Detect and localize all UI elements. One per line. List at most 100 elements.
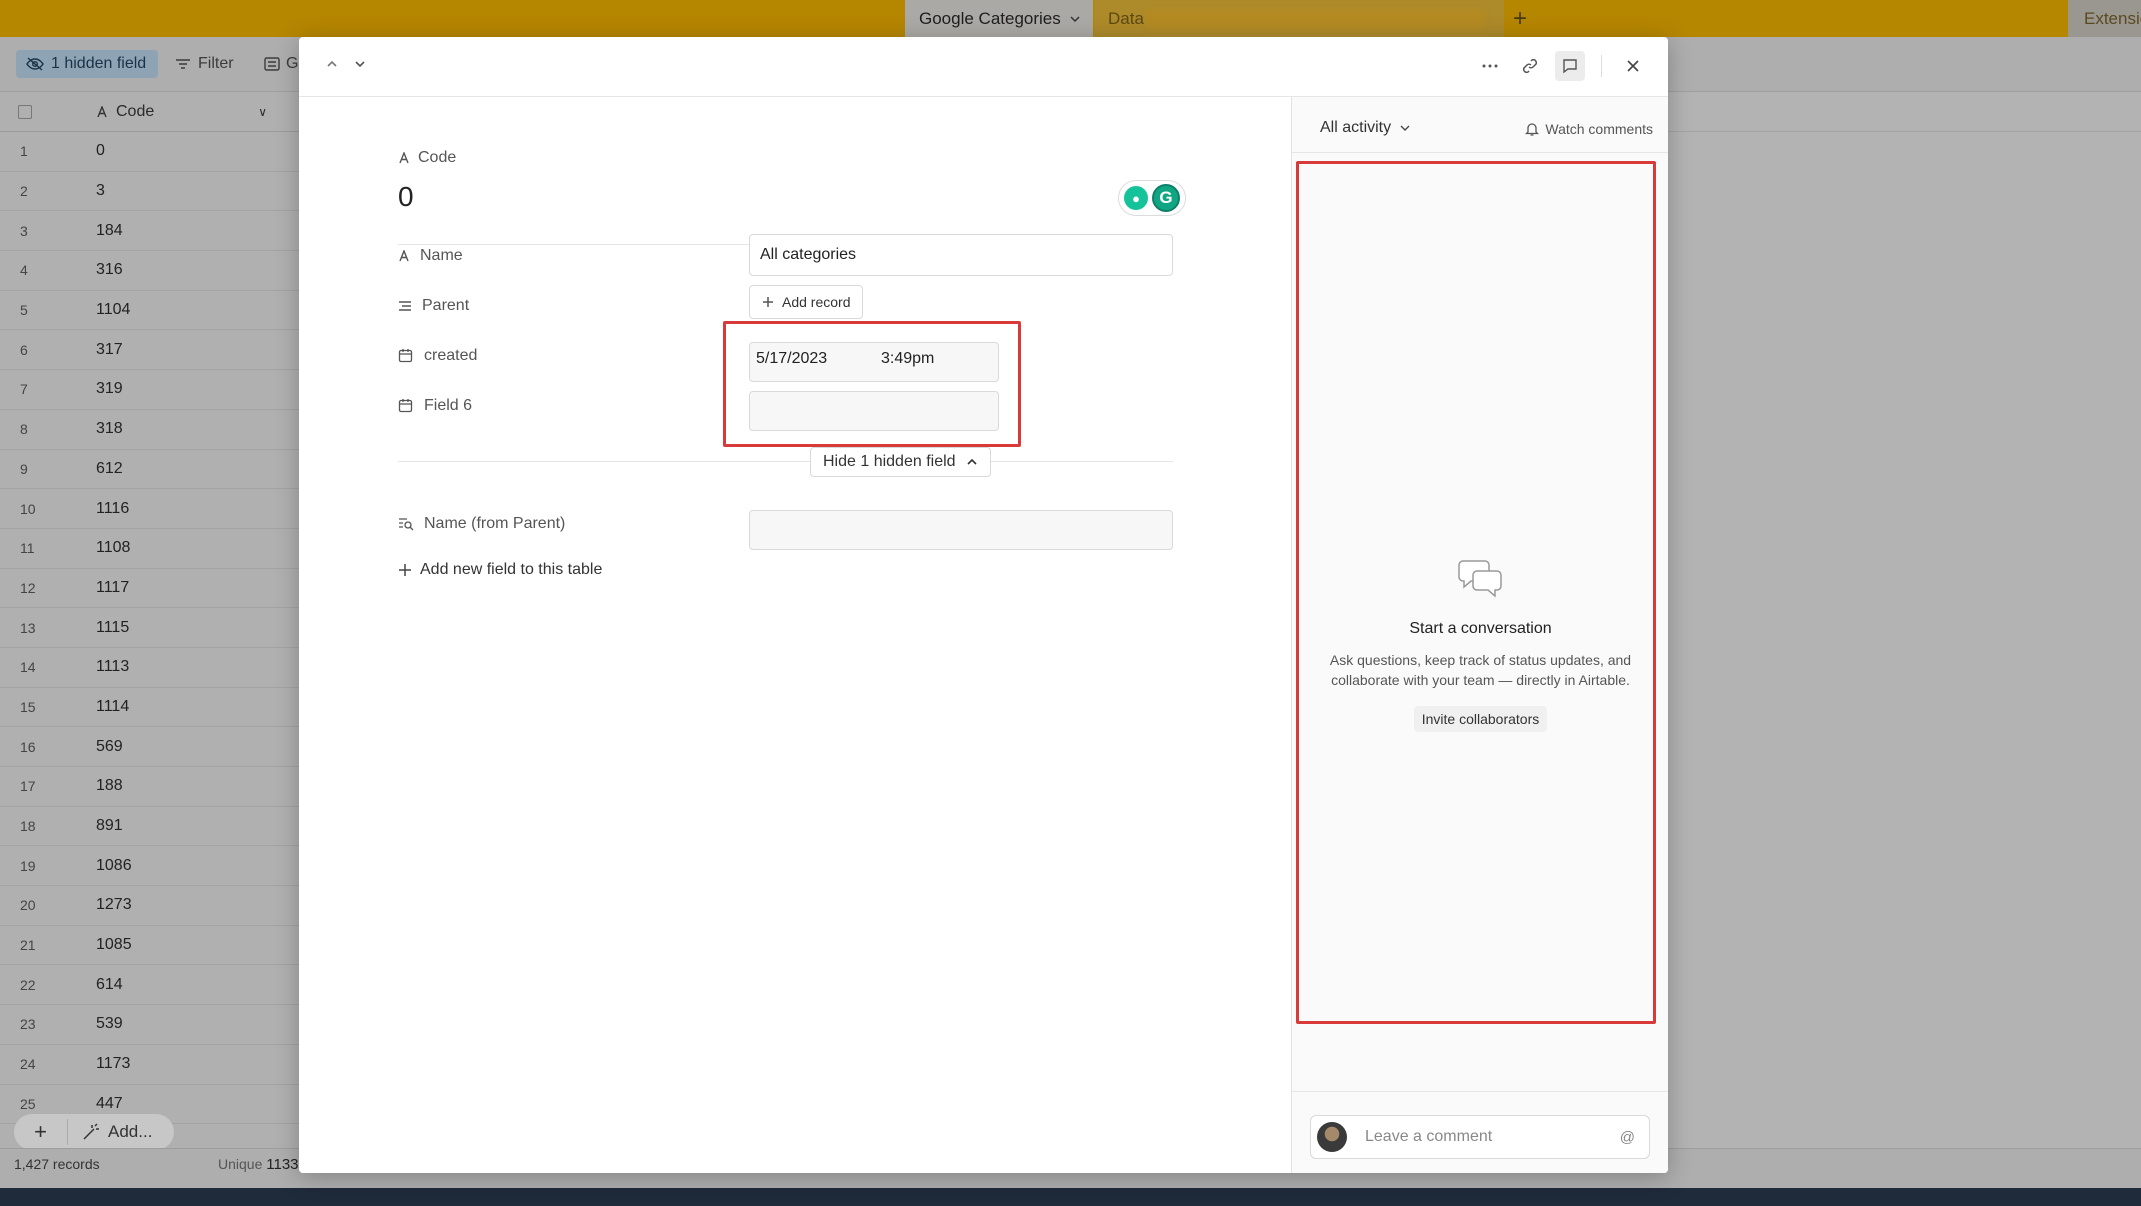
code-cell[interactable]: 1173	[70, 1055, 130, 1073]
chevron-up-icon[interactable]	[325, 57, 339, 71]
code-cell[interactable]: 1114	[70, 698, 129, 716]
table-row[interactable]: 18 891	[0, 807, 300, 847]
table-row[interactable]: 20 1273	[0, 886, 300, 926]
code-cell[interactable]: 3	[70, 182, 105, 200]
code-cell[interactable]: 1113	[70, 658, 129, 676]
field-label-field6: Field 6	[398, 397, 472, 415]
group-icon	[264, 57, 280, 71]
invite-collaborators-button[interactable]: Invite collaborators	[1413, 706, 1548, 732]
more-options-button[interactable]	[1475, 51, 1505, 81]
code-cell[interactable]: 1117	[70, 579, 129, 597]
record-detail-pane: Code 0 ● G Name All categories Parent Ad…	[299, 97, 1291, 1173]
table-row[interactable]: 24 1173	[0, 1045, 300, 1085]
table-row[interactable]: 4 316	[0, 251, 300, 291]
row-number: 8	[20, 421, 28, 438]
grid-empty-area	[1668, 92, 2141, 1148]
code-cell[interactable]: 1086	[70, 857, 132, 875]
code-cell[interactable]: 1273	[70, 896, 132, 914]
column-header-code[interactable]: Code	[96, 103, 154, 121]
code-cell[interactable]: 539	[70, 1015, 123, 1033]
calendar-icon	[398, 349, 413, 363]
code-cell[interactable]: 569	[70, 738, 123, 756]
table-row[interactable]: 16 569	[0, 727, 300, 767]
table-row[interactable]: 6 317	[0, 330, 300, 371]
grid-rows: 1 0 2 3 3 184 4 316 5 1104 6 317 7 319 8 318 9 612 10 1116 1…	[0, 132, 300, 1125]
plus-icon	[763, 297, 773, 307]
table-row[interactable]: 11 1108	[0, 529, 300, 569]
code-cell[interactable]: 1115	[70, 619, 129, 637]
code-cell[interactable]: 319	[70, 380, 123, 398]
code-cell[interactable]: 188	[70, 777, 123, 795]
table-row[interactable]: 10 1116	[0, 489, 300, 529]
table-row[interactable]: 9 612	[0, 450, 300, 490]
table-row[interactable]: 8 318	[0, 410, 300, 450]
annotation-highlight-dates	[723, 321, 1021, 447]
activity-pane: All activity Watch comments Start a conv…	[1291, 97, 1668, 1173]
table-row[interactable]: 19 1086	[0, 846, 300, 887]
chevron-down-icon[interactable]: ∨	[258, 105, 267, 119]
table-row[interactable]: 17 188	[0, 767, 300, 807]
tab-google-categories[interactable]: Google Categories	[905, 0, 1093, 37]
add-row-button[interactable]: +	[14, 1119, 68, 1145]
add-field-button[interactable]: Add new field to this table	[398, 561, 602, 579]
code-cell[interactable]: 184	[70, 222, 123, 240]
code-cell[interactable]: 0	[70, 142, 105, 160]
table-row[interactable]: 14 1113	[0, 648, 300, 688]
table-row[interactable]: 23	[0, 172, 300, 212]
empty-activity-state: Start a conversation Ask questions, keep…	[1292, 557, 1668, 732]
add-row-pill: + Add...	[14, 1114, 175, 1150]
code-cell[interactable]: 1108	[70, 539, 130, 557]
copy-link-button[interactable]	[1515, 51, 1545, 81]
code-cell[interactable]: 317	[70, 341, 123, 359]
base-tab-bar: Google Categories Data + Extensions	[0, 0, 2141, 37]
add-table-button[interactable]: +	[1500, 0, 1540, 37]
code-cell[interactable]: 1085	[70, 936, 132, 954]
code-cell[interactable]: 612	[70, 460, 123, 478]
code-cell[interactable]: 316	[70, 261, 123, 279]
table-row[interactable]: 21 1085	[0, 926, 300, 966]
primary-field-value[interactable]: 0	[398, 181, 414, 213]
hide-hidden-fields-button[interactable]: Hide 1 hidden field	[810, 447, 991, 477]
code-cell[interactable]: 447	[70, 1095, 123, 1113]
name-from-parent-field	[749, 510, 1173, 550]
table-row[interactable]: 15 1114	[0, 688, 300, 728]
row-number: 14	[20, 659, 36, 676]
chevron-up-icon	[966, 458, 977, 465]
toggle-comments-button[interactable]	[1555, 51, 1585, 81]
unique-summary[interactable]: Unique 1133	[218, 1156, 299, 1173]
select-all-checkbox[interactable]	[18, 104, 32, 119]
filter-button[interactable]: Filter	[175, 50, 234, 78]
table-row[interactable]: 22 614	[0, 965, 300, 1006]
lightbulb-icon[interactable]: ●	[1124, 186, 1148, 210]
table-row[interactable]: 5 1104	[0, 291, 300, 331]
tab-data[interactable]: Data	[1094, 0, 1504, 37]
hidden-fields-button[interactable]: 1 hidden field	[16, 50, 159, 78]
table-row[interactable]: 10	[0, 132, 300, 172]
table-row[interactable]: 23 539	[0, 1005, 300, 1045]
primary-field-label: Code	[398, 149, 456, 167]
table-row[interactable]: 7 319	[0, 370, 300, 410]
code-cell[interactable]: 614	[70, 976, 123, 994]
watch-comments-button[interactable]: Watch comments	[1525, 121, 1653, 137]
group-button[interactable]: G	[264, 50, 298, 78]
close-button[interactable]	[1618, 51, 1648, 81]
table-row[interactable]: 3 184	[0, 211, 300, 252]
bell-icon	[1525, 123, 1540, 136]
activity-filter-dropdown[interactable]: All activity	[1320, 119, 1411, 137]
row-number: 6	[20, 341, 28, 358]
code-cell[interactable]: 891	[70, 817, 123, 835]
name-input[interactable]: All categories	[749, 234, 1173, 276]
code-cell[interactable]: 1104	[70, 301, 130, 319]
grammarly-icon[interactable]: G	[1152, 184, 1180, 212]
add-with-ai-button[interactable]: Add...	[68, 1122, 174, 1142]
code-cell[interactable]: 1116	[70, 500, 129, 518]
code-cell[interactable]: 318	[70, 420, 123, 438]
mention-icon[interactable]: @	[1620, 1129, 1635, 1146]
grammarly-widget[interactable]: ● G	[1118, 180, 1186, 216]
add-record-button[interactable]: Add record	[749, 285, 864, 319]
chevron-down-icon[interactable]	[353, 57, 367, 71]
extensions-button[interactable]: Extensions	[2068, 0, 2141, 37]
table-row[interactable]: 12 1117	[0, 569, 300, 609]
comment-input[interactable]: Leave a comment @	[1310, 1115, 1650, 1159]
table-row[interactable]: 13 1115	[0, 608, 300, 648]
